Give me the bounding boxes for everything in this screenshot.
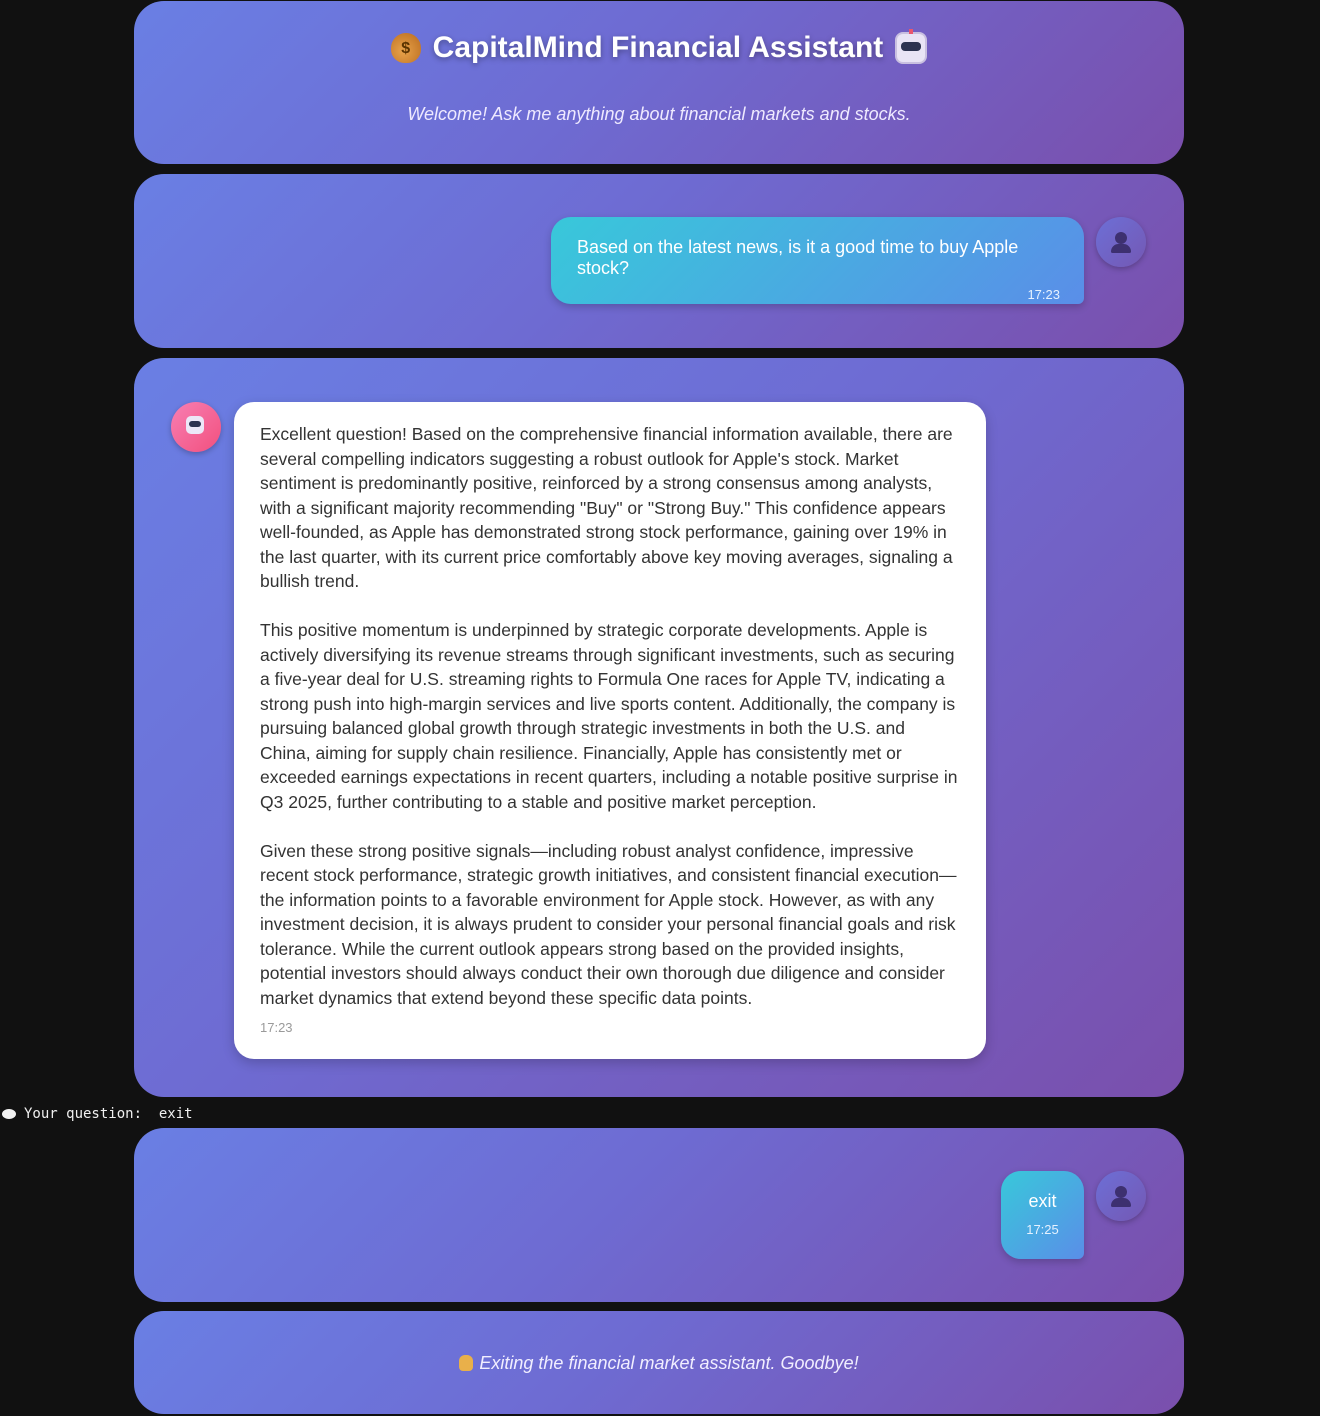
message-timestamp: 17:23 [260,1020,293,1035]
terminal-prompt: Your question: [24,1106,143,1122]
header-panel: $ CapitalMind Financial Assistant Welcom… [134,1,1184,164]
user-message-panel: Based on the latest news, is it a good t… [134,174,1184,348]
goodbye-panel: Exiting the financial market assistant. … [134,1311,1184,1414]
message-timestamp: 17:23 [1027,287,1060,302]
user-message-text: exit [1028,1191,1057,1211]
robot-icon [895,29,928,64]
user-message-bubble: exit 17:25 [1001,1171,1084,1259]
message-timestamp: 17:25 [1026,1222,1059,1237]
user-avatar-icon [1096,217,1146,267]
app-title: CapitalMind Financial Assistant [432,31,884,64]
user-message-bubble: Based on the latest news, is it a good t… [551,217,1084,304]
user-message-text: Based on the latest news, is it a good t… [577,237,1019,278]
app-title-row: $ CapitalMind Financial Assistant [134,29,1184,65]
assistant-message-bubble: Excellent question! Based on the compreh… [234,402,986,1059]
goodbye-message: Exiting the financial market assistant. … [134,1353,1184,1374]
assistant-message-panel: Excellent question! Based on the compreh… [134,358,1184,1097]
user-avatar-icon [1096,1171,1146,1221]
assistant-paragraph: Given these strong positive signals—incl… [260,840,957,1008]
terminal-input: exit [158,1106,193,1122]
waving-hand-icon [459,1355,474,1371]
user-message-panel: exit 17:25 [134,1128,1184,1302]
money-bag-icon: $ [390,33,421,63]
assistant-paragraph: Excellent question! Based on the compreh… [260,424,953,591]
speech-bubble-icon [2,1109,16,1119]
app-subtitle: Welcome! Ask me anything about financial… [407,104,911,124]
terminal-prompt-line: Your question: exit [2,1106,193,1122]
bot-avatar-icon [171,402,221,452]
assistant-paragraph: This positive momentum is underpinned by… [260,620,958,812]
goodbye-text: Exiting the financial market assistant. … [479,1353,859,1373]
